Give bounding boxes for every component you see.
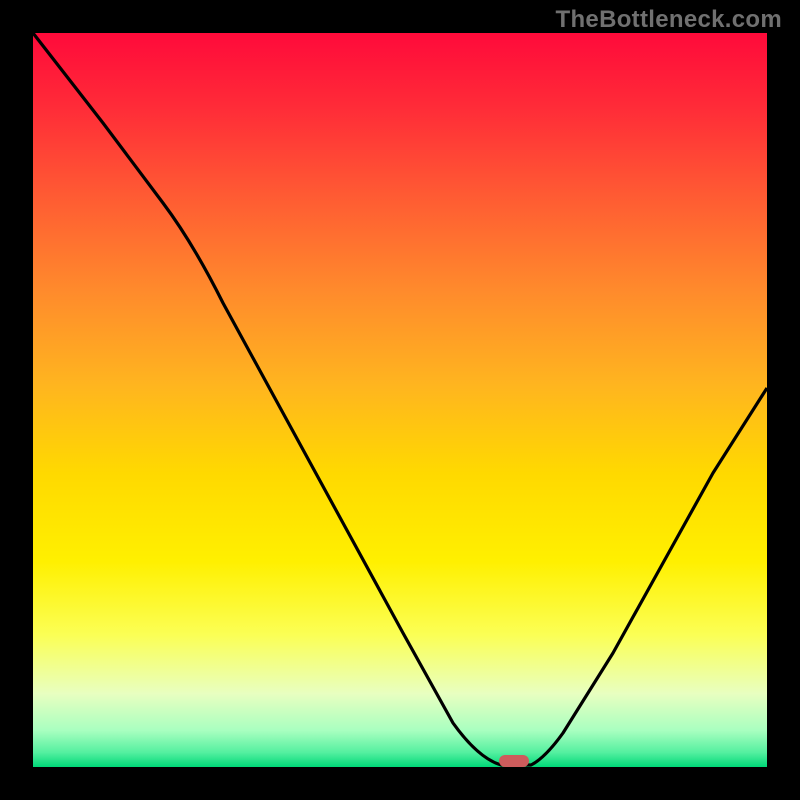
watermark-text: TheBottleneck.com [556, 6, 782, 34]
plot-background-gradient [33, 33, 767, 767]
optimal-marker [499, 755, 529, 767]
plot-area [33, 33, 767, 767]
chart-frame: TheBottleneck.com [0, 0, 800, 800]
